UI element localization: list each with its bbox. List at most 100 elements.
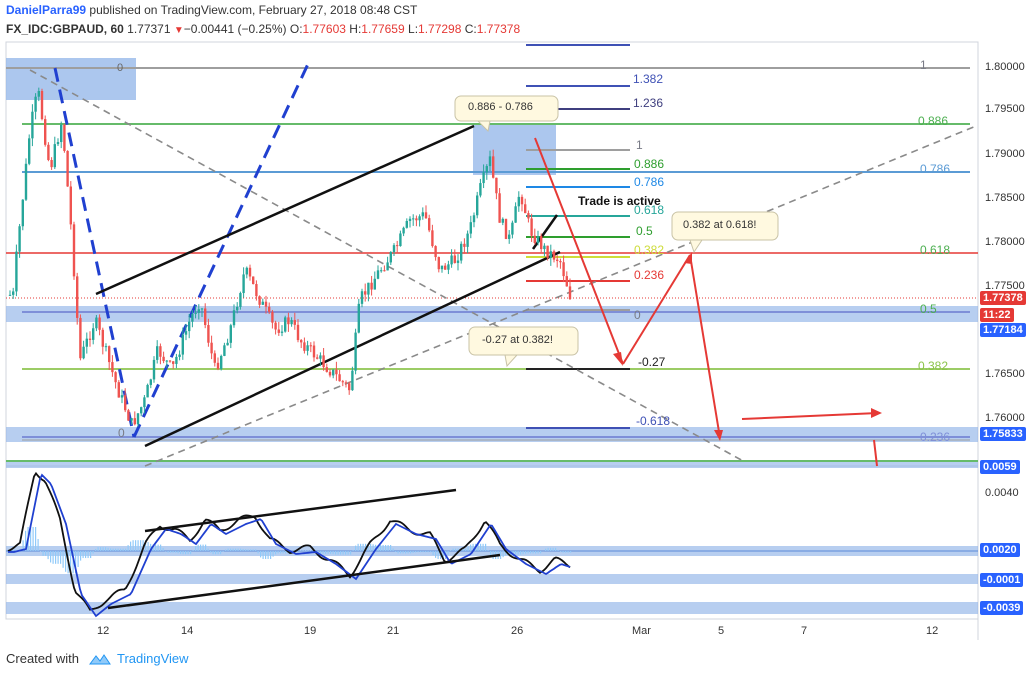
price-tick: 1.78500 <box>985 192 1025 204</box>
candle-body <box>392 245 396 253</box>
histogram-bar <box>147 542 149 551</box>
histogram-bar <box>370 543 372 551</box>
histogram-bar <box>555 547 557 551</box>
histogram-bar <box>525 551 527 554</box>
fib-right-level: 0.786 <box>634 175 665 189</box>
histogram-bar <box>237 548 239 551</box>
indicator-zone-4 <box>6 602 978 614</box>
candle-body <box>396 245 399 247</box>
candle-body <box>543 245 546 250</box>
author-link[interactable]: DanielParra99 <box>6 3 86 17</box>
histogram-bar <box>117 548 119 551</box>
fib-left-level: 0 <box>118 426 125 440</box>
candle-body <box>466 233 469 247</box>
close-label: C: <box>464 22 477 36</box>
fib-right-level: 1.382 <box>633 72 664 86</box>
candle-body <box>111 362 114 373</box>
histogram-bar <box>162 547 164 551</box>
histogram-bar <box>432 551 434 556</box>
candle-body <box>271 311 274 323</box>
price-tick: 1.80000 <box>985 61 1025 73</box>
candle-body <box>380 270 383 272</box>
histogram-bar <box>95 548 97 551</box>
time-tick: 12 <box>926 625 939 637</box>
histogram-bar <box>450 550 452 551</box>
candle-body <box>568 286 572 300</box>
candle-body <box>181 334 184 355</box>
candle-body <box>335 369 338 375</box>
candle-body <box>565 276 568 287</box>
fib-left-level: 0.618 <box>920 243 951 257</box>
histogram-bar <box>235 548 237 551</box>
candle-body <box>418 216 421 221</box>
indicator-pane[interactable] <box>5 465 979 620</box>
histogram-bar <box>60 551 62 564</box>
candle-body <box>495 177 498 194</box>
candle-body <box>469 222 472 234</box>
candle-body <box>460 243 463 261</box>
histogram-bar <box>212 551 214 555</box>
candle-body <box>130 418 133 421</box>
candle-body <box>197 309 200 313</box>
candle-body <box>322 355 325 368</box>
candle-body <box>191 314 194 322</box>
tradingview-cloud-icon <box>89 654 111 665</box>
histogram-bar <box>222 551 224 552</box>
candle-body <box>15 251 18 292</box>
candle-body <box>405 220 408 228</box>
candle-body <box>562 262 565 277</box>
support-zone-upper[interactable] <box>6 306 978 322</box>
tradingview-link[interactable]: TradingView <box>117 651 189 666</box>
open-value: 1.77603 <box>302 22 346 36</box>
candle-body <box>476 195 479 216</box>
histogram-bar <box>552 547 554 551</box>
histogram-bar <box>540 551 542 554</box>
candle-body <box>152 359 156 380</box>
histogram-bar <box>250 549 252 551</box>
candle-body <box>447 264 450 270</box>
histogram-bar <box>565 551 567 553</box>
candle-body <box>508 234 511 239</box>
candle-body <box>136 413 140 425</box>
candle-body <box>98 317 101 330</box>
histogram-bar <box>57 551 59 564</box>
candle-body <box>514 206 517 223</box>
candle-body <box>108 346 111 363</box>
candle-body <box>82 346 85 359</box>
candle-body <box>309 345 312 347</box>
high-label: H: <box>349 22 362 36</box>
histogram-bar <box>412 551 414 553</box>
histogram-bar <box>110 548 112 551</box>
candle-body <box>226 342 229 346</box>
candle-body <box>133 418 136 425</box>
down-arrow-icon: ▼ <box>173 25 184 36</box>
histogram-bar <box>400 551 402 554</box>
candle-body <box>456 260 460 263</box>
histogram-bar <box>97 547 99 551</box>
histogram-bar <box>195 546 197 551</box>
histogram-bar <box>187 551 189 555</box>
candle-body <box>248 267 252 277</box>
histogram-bar <box>47 551 49 560</box>
histogram-bar <box>120 548 122 551</box>
histogram-bar <box>52 551 54 564</box>
histogram-bar <box>167 551 169 553</box>
histogram-bar <box>280 551 282 554</box>
symbol-label[interactable]: FX_IDC:GBPAUD, 60 <box>6 22 124 36</box>
histogram-bar <box>567 551 569 553</box>
fib-right-level: 0.886 <box>634 157 665 171</box>
candle-body <box>63 124 66 151</box>
candle-body <box>178 354 181 357</box>
histogram-bar <box>112 548 114 551</box>
histogram-bar <box>242 548 244 551</box>
histogram-bar <box>230 548 232 551</box>
histogram-bar <box>35 527 37 551</box>
chart-area[interactable]: 1.80000 1.79500 1.79000 1.78500 1.78000 1.775… <box>0 40 1036 642</box>
histogram-bar <box>392 548 394 551</box>
histogram-bar <box>80 551 82 561</box>
candle-body <box>306 345 309 351</box>
histogram-bar <box>172 551 174 553</box>
candle-body <box>220 355 223 369</box>
histogram-bar <box>207 548 209 551</box>
candle-body <box>479 183 482 196</box>
